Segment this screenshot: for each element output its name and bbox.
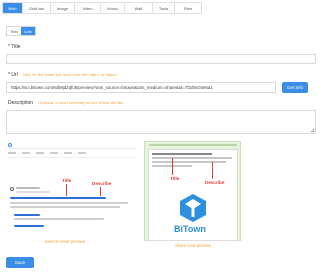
result-title-line: [10, 197, 106, 200]
card-desc-line-1: [152, 157, 232, 159]
left-title-marker: Title: [62, 178, 72, 183]
content-type-toggle: Text Link: [6, 26, 36, 36]
tab-tools[interactable]: Tools: [153, 3, 175, 13]
tab-image[interactable]: Image: [51, 3, 75, 13]
search-result-preview: [6, 141, 136, 246]
result-desc-line-1: [10, 202, 128, 204]
tab-wall[interactable]: Wall: [125, 3, 153, 13]
url-input[interactable]: https://sci.bitown.com/6/b8jd2qfo5/previ…: [6, 82, 276, 93]
left-preview-caption: Search result preview: [44, 239, 86, 244]
tab-music[interactable]: Music: [101, 3, 125, 13]
result-url-line: [16, 191, 50, 193]
tab-files[interactable]: Files: [175, 3, 201, 13]
serp-header: [6, 141, 136, 149]
right-describe-arrow: [212, 162, 213, 179]
result-sub-desc: [14, 218, 104, 220]
top-tab-bar: Web Gold wiz Image Video Music Wall Tool…: [2, 2, 202, 14]
result-sub-link-2: [14, 225, 44, 227]
left-describe-arrow: [100, 187, 101, 196]
serp-nav-item: [64, 152, 72, 154]
description-hint: Optional, a short summary shown below th…: [38, 100, 124, 105]
title-input[interactable]: [6, 54, 316, 64]
serp-nav-item: [50, 152, 58, 154]
serp-nav-item: [36, 152, 44, 154]
right-preview-caption: Share card preview: [174, 243, 212, 248]
left-title-arrow: [66, 184, 67, 196]
brand-name: BiTown: [174, 224, 206, 234]
resize-handle-icon[interactable]: [311, 129, 314, 132]
serp-nav-item: [8, 152, 16, 154]
tab-video[interactable]: Video: [75, 3, 101, 13]
result-site-line: [16, 187, 40, 189]
right-title-marker: Title: [170, 176, 180, 181]
description-label: Description: [8, 100, 34, 106]
right-describe-marker: Describe: [205, 180, 225, 185]
url-label-row: * Url URL for the share link must start …: [8, 72, 117, 78]
url-label: * Url: [8, 72, 18, 78]
result-favicon-icon: [10, 187, 14, 191]
description-label-row: Description Optional, a short summary sh…: [8, 100, 124, 106]
card-desc-line-2: [152, 161, 226, 163]
card-title-line: [152, 153, 212, 155]
serp-nav-item: [22, 152, 30, 154]
url-hint: URL for the share link must start with h…: [23, 72, 118, 77]
serp-logo-icon: [8, 142, 12, 147]
card-header-bar: [149, 144, 237, 146]
description-textarea[interactable]: [6, 110, 316, 134]
tab-web[interactable]: Web: [3, 3, 23, 13]
save-button[interactable]: Save: [6, 257, 34, 268]
title-label: * Title: [8, 44, 21, 50]
card-body: BiTown: [148, 149, 238, 241]
share-card-preview: BiTown: [144, 141, 241, 241]
serp-nav: [6, 149, 136, 158]
result-desc-line-2: [10, 206, 120, 208]
right-title-arrow: [172, 158, 173, 175]
serp-nav-item: [78, 152, 86, 154]
bitown-logo-icon: [180, 194, 206, 222]
left-describe-marker: Describe: [92, 181, 112, 186]
result-sub-link: [14, 214, 40, 216]
get-info-button[interactable]: Get Info: [282, 82, 308, 93]
toggle-link[interactable]: Link: [21, 27, 35, 35]
tab-gold-wiz[interactable]: Gold wiz: [23, 3, 51, 13]
toggle-text[interactable]: Text: [7, 27, 21, 35]
